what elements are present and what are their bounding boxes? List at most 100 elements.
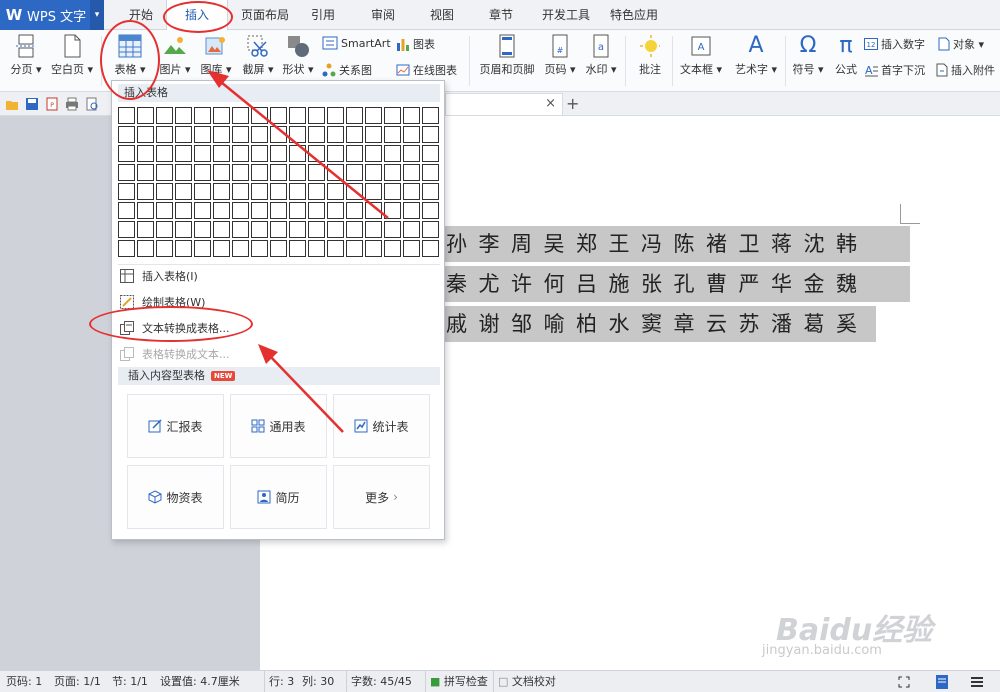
grid-cell[interactable] xyxy=(308,240,325,257)
grid-cell[interactable] xyxy=(251,221,268,238)
grid-cell[interactable] xyxy=(422,183,439,200)
grid-cell[interactable] xyxy=(232,126,249,143)
grid-cell[interactable] xyxy=(403,126,420,143)
grid-cell[interactable] xyxy=(270,107,287,124)
grid-cell[interactable] xyxy=(175,183,192,200)
grid-cell[interactable] xyxy=(175,202,192,219)
tab-references[interactable]: 引用 xyxy=(304,0,342,30)
print-icon[interactable] xyxy=(65,97,79,111)
grid-cell[interactable] xyxy=(232,221,249,238)
grid-cell[interactable] xyxy=(346,183,363,200)
grid-cell[interactable] xyxy=(422,145,439,162)
grid-cell[interactable] xyxy=(175,126,192,143)
grid-cell[interactable] xyxy=(194,240,211,257)
document-text-line[interactable]: 戚谢邹喻柏水窦章云苏潘葛奚 xyxy=(440,306,876,342)
grid-cell[interactable] xyxy=(213,126,230,143)
grid-cell[interactable] xyxy=(346,145,363,162)
grid-cell[interactable] xyxy=(270,221,287,238)
grid-cell[interactable] xyxy=(194,107,211,124)
tab-section[interactable]: 章节 xyxy=(482,0,520,30)
grid-cell[interactable] xyxy=(232,240,249,257)
grid-cell[interactable] xyxy=(327,164,344,181)
grid-cell[interactable] xyxy=(118,221,135,238)
grid-cell[interactable] xyxy=(118,107,135,124)
document-text-line[interactable]: 孙李周吴郑王冯陈褚卫蒋沈韩 xyxy=(440,226,910,262)
page-number-button[interactable]: # 页码 ▾ xyxy=(540,34,580,77)
insert-number-button[interactable]: 12 插入数字 xyxy=(864,36,925,52)
report-table-card[interactable]: 汇报表 xyxy=(127,394,224,458)
fullscreen-icon[interactable] xyxy=(898,676,910,688)
table-size-grid[interactable] xyxy=(118,107,442,259)
grid-cell[interactable] xyxy=(308,221,325,238)
grid-cell[interactable] xyxy=(156,221,173,238)
grid-cell[interactable] xyxy=(194,164,211,181)
grid-cell[interactable] xyxy=(384,240,401,257)
grid-cell[interactable] xyxy=(232,107,249,124)
grid-cell[interactable] xyxy=(327,183,344,200)
grid-cell[interactable] xyxy=(118,145,135,162)
general-table-card[interactable]: 通用表 xyxy=(230,394,327,458)
document-tab[interactable]: × xyxy=(445,93,563,115)
picture-button[interactable]: 图片 ▾ xyxy=(155,34,195,77)
grid-cell[interactable] xyxy=(384,126,401,143)
grid-cell[interactable] xyxy=(365,221,382,238)
grid-cell[interactable] xyxy=(175,107,192,124)
header-footer-button[interactable]: 页眉和页脚 xyxy=(474,34,540,77)
grid-cell[interactable] xyxy=(137,145,154,162)
grid-cell[interactable] xyxy=(118,240,135,257)
grid-cell[interactable] xyxy=(194,183,211,200)
grid-cell[interactable] xyxy=(270,202,287,219)
doc-proof-button[interactable]: □ 文档校对 xyxy=(493,671,556,692)
chart-button[interactable]: 图表 xyxy=(396,36,435,52)
grid-cell[interactable] xyxy=(346,240,363,257)
grid-cell[interactable] xyxy=(270,183,287,200)
page-view-icon[interactable] xyxy=(935,674,949,690)
app-menu-button[interactable]: W WPS 文字 ▾ xyxy=(0,0,104,30)
grid-cell[interactable] xyxy=(384,107,401,124)
grid-cell[interactable] xyxy=(327,126,344,143)
grid-cell[interactable] xyxy=(270,145,287,162)
grid-cell[interactable] xyxy=(118,126,135,143)
grid-cell[interactable] xyxy=(156,202,173,219)
grid-cell[interactable] xyxy=(194,221,211,238)
tab-review[interactable]: 审阅 xyxy=(364,0,402,30)
grid-cell[interactable] xyxy=(156,145,173,162)
grid-cell[interactable] xyxy=(346,107,363,124)
status-word-count[interactable]: 字数: 45/45 xyxy=(346,671,412,692)
print-preview-icon[interactable] xyxy=(85,97,99,111)
grid-cell[interactable] xyxy=(384,202,401,219)
grid-cell[interactable] xyxy=(403,145,420,162)
grid-cell[interactable] xyxy=(365,240,382,257)
grid-cell[interactable] xyxy=(365,145,382,162)
grid-cell[interactable] xyxy=(346,126,363,143)
grid-cell[interactable] xyxy=(213,221,230,238)
grid-cell[interactable] xyxy=(118,183,135,200)
grid-cell[interactable] xyxy=(365,164,382,181)
grid-cell[interactable] xyxy=(422,126,439,143)
grid-cell[interactable] xyxy=(232,202,249,219)
grid-cell[interactable] xyxy=(213,202,230,219)
grid-cell[interactable] xyxy=(327,107,344,124)
grid-cell[interactable] xyxy=(156,107,173,124)
grid-cell[interactable] xyxy=(251,240,268,257)
grid-cell[interactable] xyxy=(289,202,306,219)
more-tables-card[interactable]: 更多 › xyxy=(333,465,430,529)
grid-cell[interactable] xyxy=(156,164,173,181)
grid-cell[interactable] xyxy=(384,183,401,200)
grid-cell[interactable] xyxy=(422,240,439,257)
grid-cell[interactable] xyxy=(289,126,306,143)
drop-cap-button[interactable]: A 首字下沉 xyxy=(864,62,925,78)
grid-cell[interactable] xyxy=(137,202,154,219)
materials-table-card[interactable]: 物资表 xyxy=(127,465,224,529)
grid-cell[interactable] xyxy=(175,240,192,257)
grid-cell[interactable] xyxy=(403,164,420,181)
add-tab-icon[interactable]: + xyxy=(566,94,579,113)
tab-page-layout[interactable]: 页面布局 xyxy=(236,0,294,30)
grid-cell[interactable] xyxy=(213,183,230,200)
grid-cell[interactable] xyxy=(403,221,420,238)
grid-cell[interactable] xyxy=(175,164,192,181)
grid-cell[interactable] xyxy=(137,164,154,181)
grid-cell[interactable] xyxy=(137,126,154,143)
grid-cell[interactable] xyxy=(308,164,325,181)
grid-cell[interactable] xyxy=(156,126,173,143)
